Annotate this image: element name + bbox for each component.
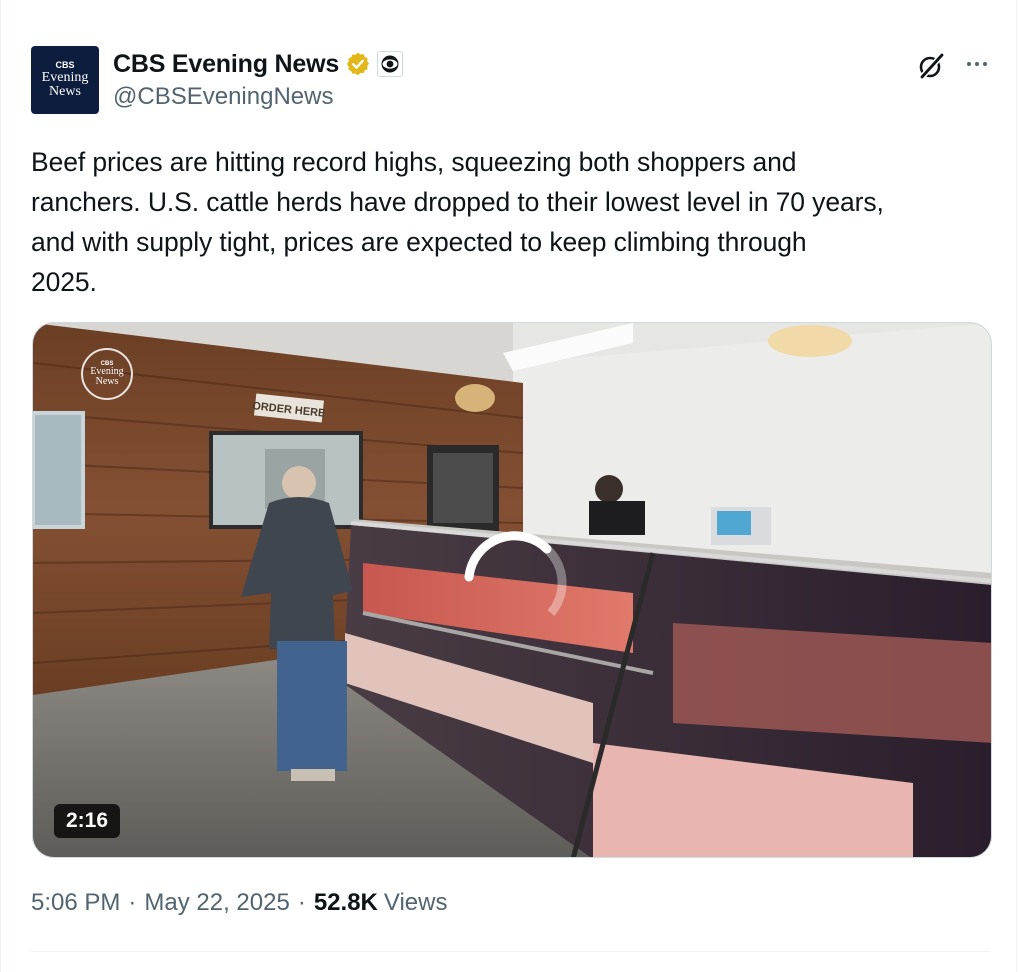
divider — [31, 951, 990, 952]
tweet-time[interactable]: 5:06 PM — [31, 889, 120, 917]
tweet-date[interactable]: May 22, 2025 — [144, 889, 289, 917]
avatar[interactable]: CBS Evening News — [31, 46, 99, 114]
grok-icon[interactable] — [915, 50, 947, 82]
verified-badge-icon[interactable] — [345, 51, 371, 77]
avatar-word1: Evening — [41, 70, 89, 85]
more-dots-icon[interactable] — [961, 50, 993, 78]
video-duration-badge: 2:16 — [54, 804, 121, 838]
avatar-eye-text: CBS — [55, 60, 75, 70]
author-name-row: CBS Evening News — [113, 48, 404, 80]
author-name[interactable]: CBS Evening News — [113, 50, 339, 79]
meta-separator: · — [297, 889, 306, 916]
meta-separator: · — [128, 889, 137, 916]
watermark-word2: News — [95, 376, 119, 387]
video-player[interactable]: ORDER HERE CBS Evening News 2:16 — [32, 322, 992, 858]
tweet-meta: 5:06 PM · May 22, 2025 · 52.8K Views — [31, 889, 447, 917]
cbs-eye-icon[interactable] — [377, 51, 404, 77]
tweet-text: Beef prices are hitting record highs, sq… — [31, 147, 884, 297]
avatar-word2: News — [49, 84, 81, 99]
cbs-watermark-icon: CBS Evening News — [81, 348, 133, 400]
tweet-card: CBS Evening News CBS Evening News @CBSEv… — [0, 0, 1017, 972]
video-thumbnail: ORDER HERE — [33, 323, 991, 857]
views-label: Views — [383, 889, 448, 916]
author-handle[interactable]: @CBSEveningNews — [113, 83, 333, 111]
views-count: 52.8K — [313, 889, 378, 916]
